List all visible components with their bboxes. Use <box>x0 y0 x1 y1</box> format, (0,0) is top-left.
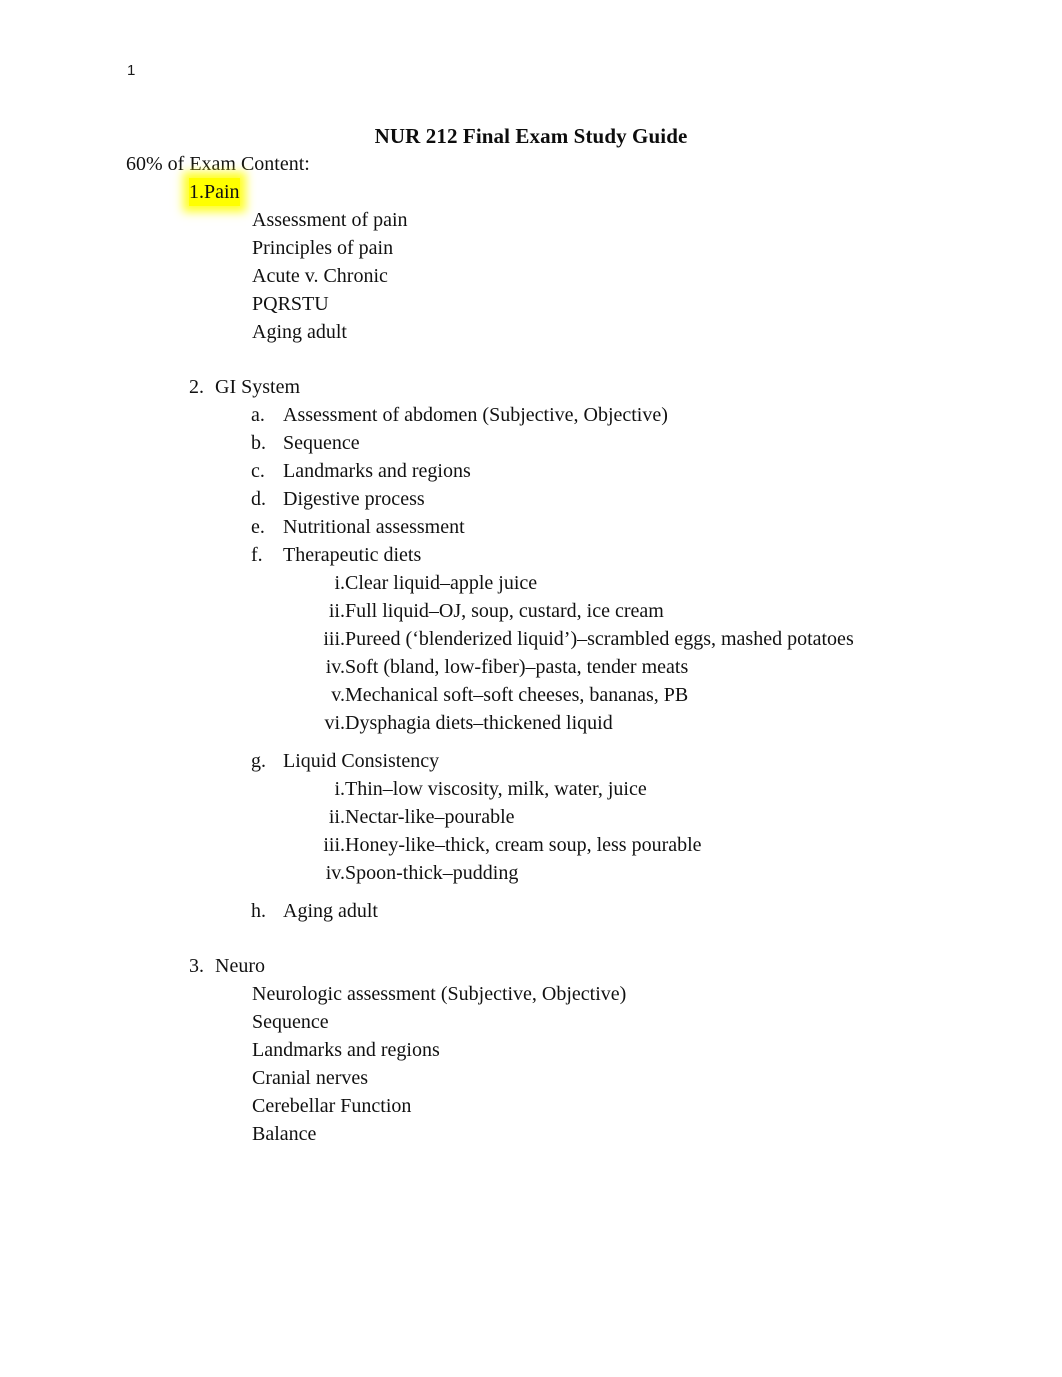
section-title: Pain <box>204 181 240 203</box>
list-item-label: Spoon-thick–pudding <box>345 862 519 884</box>
list-item-liquid-consistency: g. Liquid Consistency <box>0 747 1062 775</box>
list-marker: 3. <box>189 955 204 977</box>
list-item: Cerebellar Function <box>252 1095 412 1117</box>
list-item-label: Nutritional assessment <box>283 516 465 538</box>
list-item: d. Digestive process <box>0 485 1062 513</box>
list-marker: vi. <box>324 712 345 734</box>
section-title: GI System <box>215 376 300 398</box>
list-item: Sequence <box>252 1011 329 1033</box>
list-item: b. Sequence <box>0 429 1062 457</box>
section-title: Neuro <box>215 955 265 977</box>
list-marker: iv. <box>325 656 345 678</box>
list-marker: i. <box>334 572 345 594</box>
list-marker: i. <box>334 778 345 800</box>
list-item: v. Mechanical soft–soft cheeses, bananas… <box>0 681 1062 709</box>
list-item: Principles of pain <box>252 237 394 259</box>
list-item: iii. Honey-like–thick, cream soup, less … <box>0 831 1062 859</box>
list-marker: a. <box>251 404 265 426</box>
list-item: i. Clear liquid–apple juice <box>0 569 1062 597</box>
list-item: f. Therapeutic diets <box>0 541 1062 569</box>
list-item: ii. Full liquid–OJ, soup, custard, ice c… <box>0 597 1062 625</box>
list-item-label: Nectar-like–pourable <box>345 806 515 828</box>
list-item: e. Nutritional assessment <box>0 513 1062 541</box>
list-item-label: Assessment of abdomen (Subjective, Objec… <box>283 404 668 426</box>
list-item: PQRSTU <box>252 293 329 315</box>
section-heading-pain: 1.Pain <box>0 178 1062 206</box>
list-marker: h. <box>251 900 266 922</box>
list-marker: iii. <box>323 834 345 856</box>
list-item: iv. Soft (bland, low-fiber)–pasta, tende… <box>0 653 1062 681</box>
list-item-label: Aging adult <box>283 900 378 922</box>
section-heading-neuro: 3. Neuro <box>0 952 1062 980</box>
list-marker: v. <box>331 684 345 706</box>
list-item-label: Digestive process <box>283 488 425 510</box>
list-marker: e. <box>251 516 265 538</box>
list-marker: ii. <box>328 600 345 622</box>
intro-line: 60% of Exam Content: <box>126 153 310 175</box>
list-item: a. Assessment of abdomen (Subjective, Ob… <box>0 401 1062 429</box>
list-item: Cranial nerves <box>252 1067 369 1089</box>
list-item: Acute v. Chronic <box>252 265 388 287</box>
document-page: 1 NUR 212 Final Exam Study Guide 60% of … <box>0 0 1062 1377</box>
page-title: NUR 212 Final Exam Study Guide <box>374 124 688 148</box>
list-item: i. Thin–low viscosity, milk, water, juic… <box>0 775 1062 803</box>
list-item: vi. Dysphagia diets–thickened liquid <box>0 709 1062 737</box>
list-item: Landmarks and regions <box>252 1039 440 1061</box>
list-item: iii. Pureed (‘blenderized liquid’)–scram… <box>0 625 1062 653</box>
list-item-label: Sequence <box>283 432 360 454</box>
list-item-label: Liquid Consistency <box>283 750 440 772</box>
list-item-label: Dysphagia diets–thickened liquid <box>345 712 613 734</box>
list-item: Balance <box>252 1123 317 1145</box>
list-item-label: Therapeutic diets <box>283 544 422 566</box>
list-marker: iv. <box>325 862 345 884</box>
list-item: c. Landmarks and regions <box>0 457 1062 485</box>
list-marker: ii. <box>328 806 345 828</box>
list-marker: 1. <box>189 181 204 203</box>
list-item-label: Honey-like–thick, cream soup, less poura… <box>345 834 702 856</box>
document-body: 60% of Exam Content: 1.Pain Assessment o… <box>0 150 1062 1148</box>
list-marker: b. <box>251 432 266 454</box>
list-marker: g. <box>251 750 266 772</box>
list-marker: 2. <box>189 376 204 398</box>
list-item-label: Full liquid–OJ, soup, custard, ice cream <box>345 600 664 622</box>
page-number: 1 <box>127 62 136 79</box>
list-item-label: Clear liquid–apple juice <box>345 572 538 594</box>
list-marker: c. <box>251 460 265 482</box>
list-item: Neurologic assessment (Subjective, Objec… <box>252 983 627 1005</box>
list-item: h. Aging adult <box>0 897 1062 925</box>
pain-highlight: 1.Pain <box>189 178 240 206</box>
list-item-label: Thin–low viscosity, milk, water, juice <box>345 778 647 800</box>
list-item: Aging adult <box>252 321 347 343</box>
list-marker: f. <box>251 544 263 566</box>
list-marker: d. <box>251 488 266 510</box>
section-heading-gi-system: 2. GI System <box>0 373 1062 401</box>
list-item-label: Pureed (‘blenderized liquid’)–scrambled … <box>345 628 854 650</box>
list-item: Assessment of pain <box>252 209 408 231</box>
list-item: ii. Nectar-like–pourable <box>0 803 1062 831</box>
list-marker: iii. <box>323 628 345 650</box>
list-item-label: Landmarks and regions <box>283 460 471 482</box>
list-item-label: Soft (bland, low-fiber)–pasta, tender me… <box>345 656 689 678</box>
list-item-label: Mechanical soft–soft cheeses, bananas, P… <box>345 684 689 706</box>
list-item: iv. Spoon-thick–pudding <box>0 859 1062 887</box>
